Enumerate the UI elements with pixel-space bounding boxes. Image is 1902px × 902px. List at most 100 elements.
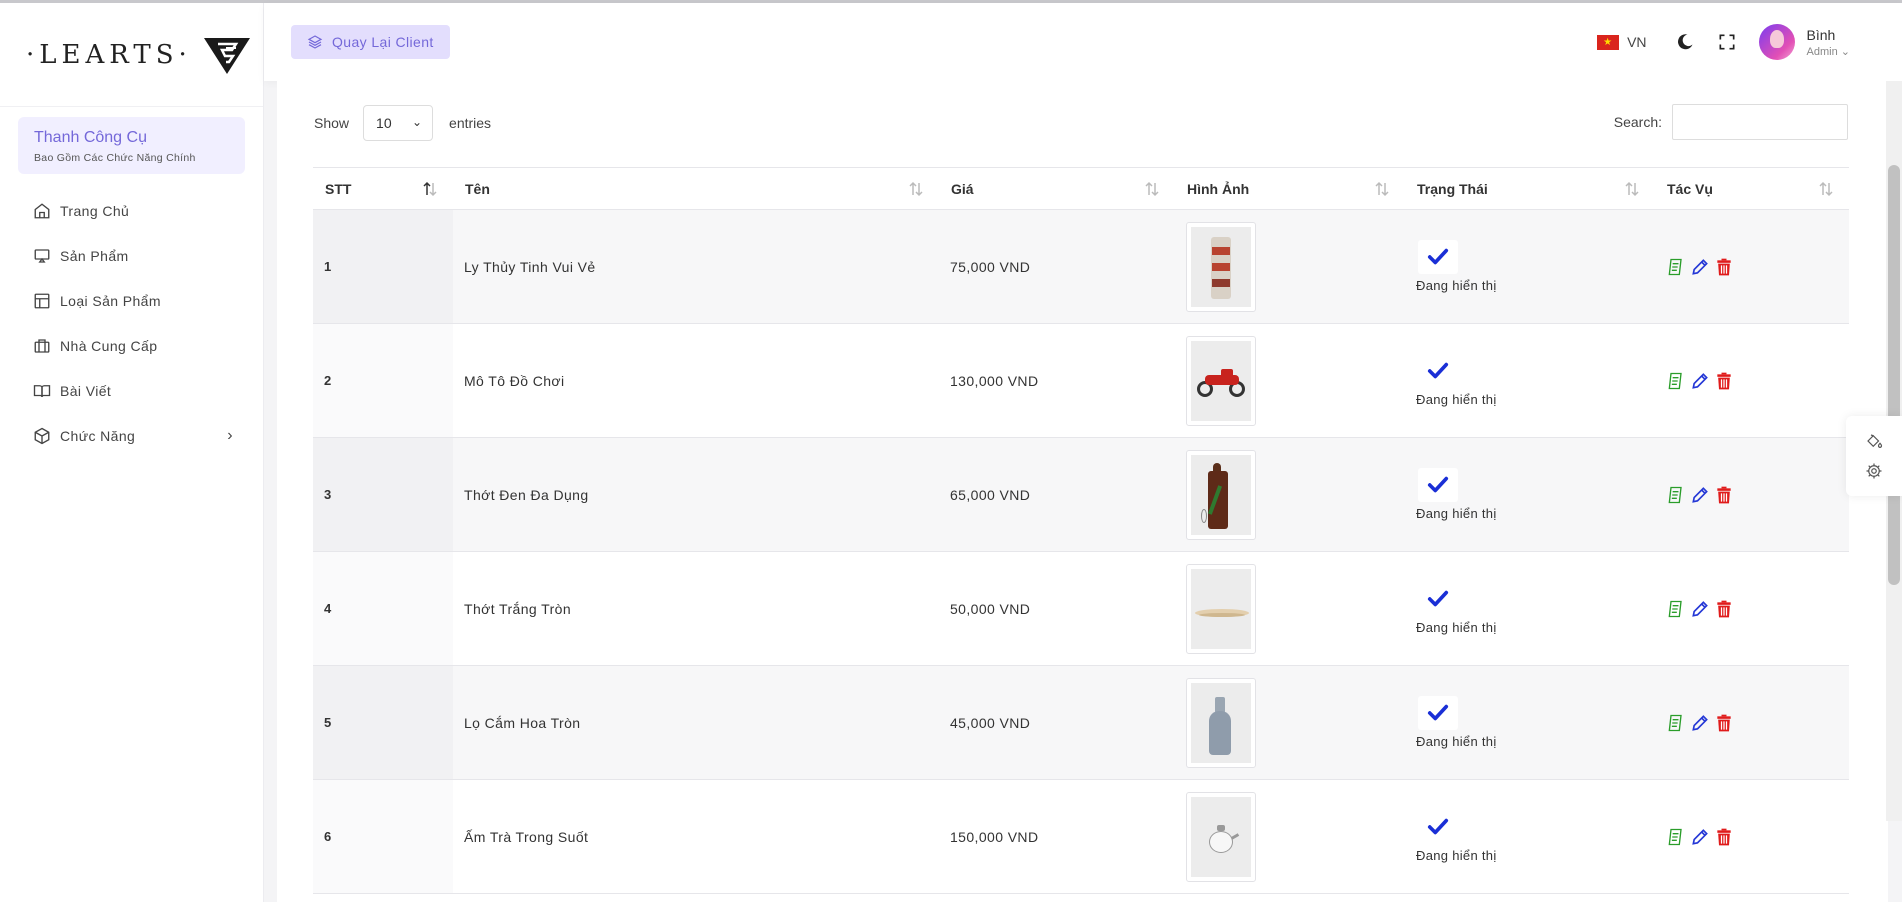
sidebar-item-label: Chức Năng bbox=[60, 427, 136, 444]
product-image bbox=[1191, 340, 1251, 421]
column-header-stt[interactable]: STT bbox=[313, 167, 453, 210]
sidebar-item-loai-san-pham[interactable]: Loại Sản Phẩm bbox=[0, 278, 263, 323]
product-thumbnail[interactable] bbox=[1186, 221, 1256, 312]
column-header-gia[interactable]: Giá bbox=[939, 167, 1175, 210]
product-thumbnail[interactable] bbox=[1186, 677, 1256, 768]
sidebar-item-label: Sản Phẩm bbox=[60, 247, 129, 264]
vietnam-flag-icon[interactable] bbox=[1597, 34, 1620, 50]
box-icon bbox=[34, 427, 50, 444]
cell-name: Ấm Trà Trong Suốt bbox=[453, 779, 939, 894]
product-thumbnail[interactable] bbox=[1186, 791, 1256, 882]
view-detail-icon[interactable] bbox=[1666, 485, 1686, 505]
cell-status: Đang hiển thị bbox=[1405, 323, 1655, 438]
view-detail-icon[interactable] bbox=[1666, 827, 1686, 847]
entries-select[interactable]: 10 ⌄ bbox=[363, 105, 434, 141]
floating-tools bbox=[1846, 416, 1902, 496]
column-header-trang-thai[interactable]: Trạng Thái bbox=[1405, 167, 1655, 210]
sort-icon bbox=[1625, 181, 1639, 197]
cell-status: Đang hiển thị bbox=[1405, 437, 1655, 552]
cell-price: 45,000 VND bbox=[939, 665, 1175, 780]
sidebar-menu: Trang Chủ Sản Phẩm Loại Sản Phẩm Nhà Cun… bbox=[0, 188, 263, 458]
table-header-row: STT Tên Giá Hình Ảnh Trạng Thái Tác Vụ bbox=[313, 167, 1849, 210]
delete-trash-icon[interactable] bbox=[1714, 713, 1734, 733]
sidebar-item-chuc-nang[interactable]: Chức Năng › bbox=[0, 413, 263, 458]
edit-pencil-icon[interactable] bbox=[1690, 713, 1710, 733]
visible-checkbox[interactable] bbox=[1418, 582, 1458, 616]
edit-pencil-icon[interactable] bbox=[1690, 599, 1710, 619]
user-name: Bình bbox=[1806, 26, 1836, 43]
logo[interactable]: ·LEARTS· bbox=[0, 3, 263, 107]
cell-name: Lọ Cắm Hoa Tròn bbox=[453, 665, 939, 780]
product-image bbox=[1191, 454, 1251, 535]
search-input[interactable] bbox=[1672, 104, 1848, 140]
monitor-icon bbox=[34, 248, 50, 263]
delete-trash-icon[interactable] bbox=[1714, 485, 1734, 505]
view-detail-icon[interactable] bbox=[1666, 599, 1686, 619]
avatar[interactable] bbox=[1758, 24, 1795, 60]
toolbar-subtitle: Bao Gồm Các Chức Năng Chính bbox=[34, 152, 196, 164]
delete-trash-icon[interactable] bbox=[1714, 599, 1734, 619]
column-header-tac-vu[interactable]: Tác Vụ bbox=[1655, 167, 1849, 210]
moon-icon[interactable] bbox=[1675, 32, 1695, 52]
back-to-client-button[interactable]: Quay Lại Client bbox=[291, 25, 450, 59]
status-label: Đang hiển thị bbox=[1416, 506, 1497, 521]
edit-pencil-icon[interactable] bbox=[1690, 485, 1710, 505]
edit-pencil-icon[interactable] bbox=[1690, 257, 1710, 277]
cell-actions bbox=[1655, 551, 1849, 666]
delete-trash-icon[interactable] bbox=[1714, 827, 1734, 847]
product-table-panel: Show 10 ⌄ entries Search: STT Tên Giá Hì… bbox=[277, 81, 1888, 902]
visible-checkbox[interactable] bbox=[1418, 354, 1458, 388]
visible-checkbox[interactable] bbox=[1418, 810, 1458, 844]
cell-image bbox=[1175, 437, 1405, 552]
sidebar-item-bai-viet[interactable]: Bài Viết bbox=[0, 368, 263, 413]
entries-control: Show 10 ⌄ entries bbox=[314, 105, 491, 141]
sidebar-item-san-pham[interactable]: Sản Phẩm bbox=[0, 233, 263, 278]
toolbar-title: Thanh Công Cụ bbox=[34, 129, 147, 146]
cell-actions bbox=[1655, 665, 1849, 780]
cell-image bbox=[1175, 665, 1405, 780]
cell-price: 130,000 VND bbox=[939, 323, 1175, 438]
column-header-hinh-anh[interactable]: Hình Ảnh bbox=[1175, 167, 1405, 210]
view-detail-icon[interactable] bbox=[1666, 713, 1686, 733]
product-thumbnail[interactable] bbox=[1186, 335, 1256, 426]
cell-status: Đang hiển thị bbox=[1405, 551, 1655, 666]
visible-checkbox[interactable] bbox=[1418, 696, 1458, 730]
edit-pencil-icon[interactable] bbox=[1690, 827, 1710, 847]
product-thumbnail[interactable] bbox=[1186, 563, 1256, 654]
language-selector[interactable]: VN bbox=[1627, 34, 1646, 50]
user-role: Admin ⌄ bbox=[1806, 45, 1850, 58]
layers-icon bbox=[307, 35, 323, 49]
cell-actions bbox=[1655, 779, 1849, 894]
cell-price: 150,000 VND bbox=[939, 779, 1175, 894]
gear-icon[interactable] bbox=[1865, 462, 1883, 480]
checkmark-icon bbox=[1427, 704, 1449, 721]
delete-trash-icon[interactable] bbox=[1714, 371, 1734, 391]
table-row: 3 Thớt Đen Đa Dụng 65,000 VND Đang hiển … bbox=[313, 437, 1849, 552]
visible-checkbox[interactable] bbox=[1418, 468, 1458, 502]
column-label: STT bbox=[325, 180, 352, 197]
fullscreen-icon[interactable] bbox=[1717, 32, 1737, 52]
sidebar-item-trang-chu[interactable]: Trang Chủ bbox=[0, 188, 263, 233]
sidebar-item-nha-cung-cap[interactable]: Nhà Cung Cấp bbox=[0, 323, 263, 368]
home-icon bbox=[34, 202, 50, 218]
chevron-right-icon: › bbox=[227, 426, 233, 444]
sidebar: ·LEARTS· Thanh Công Cụ Bao Gồm Các Chức … bbox=[0, 3, 264, 902]
edit-pencil-icon[interactable] bbox=[1690, 371, 1710, 391]
user-menu[interactable]: Bình Admin ⌄ bbox=[1807, 27, 1850, 58]
product-thumbnail[interactable] bbox=[1186, 449, 1256, 540]
sort-icon bbox=[1375, 181, 1389, 197]
show-label: Show bbox=[314, 115, 350, 131]
checkmark-icon bbox=[1427, 248, 1449, 265]
layout-icon bbox=[34, 293, 50, 308]
product-image bbox=[1191, 682, 1251, 763]
view-detail-icon[interactable] bbox=[1666, 371, 1686, 391]
cell-stt: 5 bbox=[313, 665, 453, 780]
visible-checkbox[interactable] bbox=[1418, 240, 1458, 274]
delete-trash-icon[interactable] bbox=[1714, 257, 1734, 277]
view-detail-icon[interactable] bbox=[1666, 257, 1686, 277]
column-label: Trạng Thái bbox=[1417, 180, 1488, 197]
column-header-ten[interactable]: Tên bbox=[453, 167, 939, 210]
paint-bucket-icon[interactable] bbox=[1865, 432, 1883, 450]
cell-image bbox=[1175, 209, 1405, 324]
scrollbar-thumb[interactable] bbox=[1888, 165, 1900, 585]
